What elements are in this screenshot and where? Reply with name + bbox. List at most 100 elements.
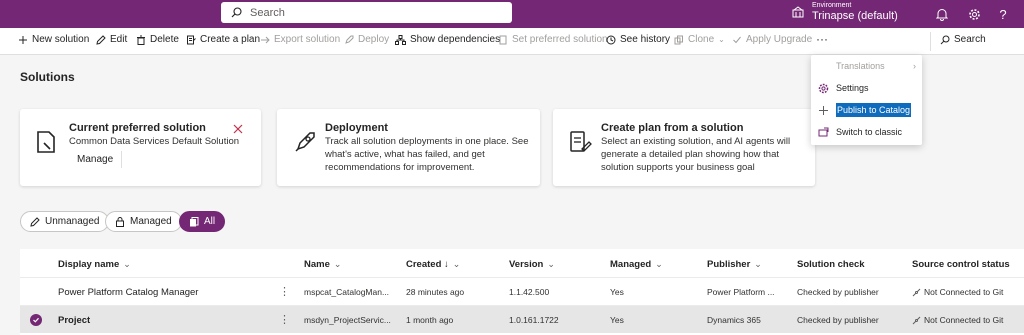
cell-source-control: Not Connected to Git — [912, 315, 1003, 325]
solution-icon — [37, 131, 55, 153]
more-vertical-icon[interactable]: ⋮ — [279, 285, 290, 298]
git-disconnected-icon — [912, 316, 921, 324]
column-header-label: Name — [304, 259, 330, 270]
deploy-button[interactable]: Deploy — [344, 34, 389, 45]
cell-display-name[interactable]: Project — [58, 315, 90, 326]
edit-button[interactable]: Edit — [96, 34, 127, 45]
page-title: Solutions — [20, 70, 75, 84]
menu-item-publish-to-catalog[interactable]: Publish to Catalog — [811, 100, 922, 120]
cell-publisher: Dynamics 365 — [707, 315, 761, 325]
history-icon — [606, 35, 616, 44]
column-header-display-name[interactable]: Display name ⌄ — [58, 259, 131, 270]
pencil-icon — [96, 34, 106, 45]
source-control-text: Not Connected to Git — [924, 315, 1004, 325]
table-row[interactable]: Project ⋮ msdyn_ProjectServic... 1 month… — [20, 305, 1024, 333]
environment-icon — [792, 6, 804, 18]
menu-item-switch-to-classic[interactable]: Switch to classic — [811, 122, 922, 142]
menu-item-settings[interactable]: Settings — [811, 78, 922, 98]
environment-label: Environment — [812, 2, 852, 9]
column-header-label: Publisher — [707, 259, 751, 270]
filter-unmanaged[interactable]: Unmanaged — [20, 211, 110, 232]
more-commands-button[interactable]: ··· — [816, 32, 828, 46]
gear-icon — [817, 83, 830, 94]
arrow-right-icon — [261, 36, 270, 43]
clone-button[interactable]: Clone ⌄ — [674, 34, 725, 45]
global-search-input[interactable]: Search — [221, 2, 512, 23]
divider — [930, 32, 931, 51]
rocket-icon — [345, 35, 354, 44]
manage-button[interactable]: Manage — [69, 151, 123, 168]
see-history-label: See history — [620, 34, 671, 45]
plan-icon — [187, 35, 196, 44]
deployment-desc: Track all solution deployments in one pl… — [325, 136, 529, 173]
show-dependencies-button[interactable]: Show dependencies — [395, 34, 500, 45]
apply-upgrade-button[interactable]: Apply Upgrade — [732, 34, 812, 45]
cell-display-name[interactable]: Power Platform Catalog Manager — [58, 287, 198, 298]
column-header-source-control[interactable]: Source control status — [912, 259, 1010, 270]
cell-name: msdyn_ProjectServic... — [304, 315, 391, 325]
cell-managed: Yes — [610, 315, 624, 325]
translations-label: Translations — [836, 61, 885, 71]
column-header-created[interactable]: Created ↓ ⌄ — [406, 259, 460, 270]
settings-label: Settings — [836, 83, 869, 93]
chevron-down-icon: ⌄ — [333, 259, 342, 269]
cell-publisher: Power Platform ... — [707, 287, 775, 297]
bell-icon[interactable] — [933, 5, 951, 23]
switch-icon — [817, 127, 830, 138]
plus-icon — [19, 35, 27, 44]
close-icon[interactable] — [233, 123, 243, 137]
column-header-label: Display name — [58, 259, 120, 270]
solutions-table: Display name ⌄ Name ⌄ Created ↓ ⌄ Version ⌄ … — [20, 249, 1024, 335]
apply-upgrade-label: Apply Upgrade — [746, 34, 813, 45]
more-commands-menu: Translations › Settings Publish to Catal… — [811, 55, 922, 145]
column-header-label: Managed — [610, 259, 652, 270]
set-preferred-solution-button[interactable]: Set preferred solution — [498, 34, 608, 45]
new-solution-button[interactable]: New solution — [18, 34, 89, 45]
clone-label: Clone — [688, 34, 715, 45]
edit-label: Edit — [110, 34, 128, 45]
chevron-right-icon: › — [913, 61, 916, 71]
gear-icon[interactable] — [965, 5, 983, 23]
filter-all-label: All — [204, 216, 216, 227]
create-plan-button[interactable]: Create a plan — [186, 34, 260, 45]
filter-managed[interactable]: Managed — [105, 211, 182, 232]
cell-source-control: Not Connected to Git — [912, 287, 1003, 297]
chevron-down-icon: ⌄ — [754, 259, 762, 269]
column-header-managed[interactable]: Managed ⌄ — [610, 259, 663, 270]
chevron-down-icon: ⌄ — [547, 259, 555, 269]
plan-icon — [570, 131, 592, 152]
chevron-down-icon: ⌄ — [452, 259, 461, 269]
create-plan-label: Create a plan — [200, 34, 261, 45]
command-search-label: Search — [954, 34, 986, 45]
search-placeholder: Search — [250, 6, 285, 19]
cell-name: mspcat_CatalogMan... — [304, 287, 390, 297]
table-row[interactable]: Power Platform Catalog Manager ⋮ mspcat_… — [20, 277, 1024, 305]
column-header-version[interactable]: Version ⌄ — [509, 259, 555, 270]
menu-item-translations[interactable]: Translations › — [811, 56, 922, 76]
cell-managed: Yes — [610, 287, 624, 297]
documents-icon — [190, 216, 199, 226]
environment-picker[interactable]: Environment Trinapse (default) — [792, 1, 898, 23]
checkmark-icon[interactable] — [30, 314, 42, 326]
column-header-label: Version — [509, 259, 544, 270]
column-header-solution-check[interactable]: Solution check — [797, 259, 865, 270]
export-solution-button[interactable]: Export solution — [260, 34, 340, 45]
create-plan-title: Create plan from a solution — [601, 122, 744, 134]
create-plan-desc: Select an existing solution, and AI agen… — [601, 136, 791, 173]
search-icon — [231, 7, 242, 18]
filter-all[interactable]: All — [179, 211, 226, 232]
pencil-icon — [30, 216, 40, 227]
see-history-button[interactable]: See history — [606, 34, 670, 45]
cell-version: 1.1.42.500 — [509, 287, 550, 297]
column-header-publisher[interactable]: Publisher ⌄ — [707, 259, 762, 270]
column-header-name[interactable]: Name ⌄ — [304, 259, 341, 270]
preferred-solution-desc: Common Data Services Default Solution — [69, 136, 240, 147]
top-bar: Search Environment Trinapse (default) ? — [0, 0, 1024, 28]
git-disconnected-icon — [912, 288, 921, 296]
more-vertical-icon[interactable]: ⋮ — [279, 313, 290, 326]
column-header-label: Solution check — [797, 259, 865, 270]
delete-button[interactable]: Delete — [136, 34, 179, 45]
command-search-button[interactable]: Search — [940, 34, 986, 45]
publish-label: Publish to Catalog — [836, 103, 912, 117]
help-icon[interactable]: ? — [994, 5, 1012, 23]
